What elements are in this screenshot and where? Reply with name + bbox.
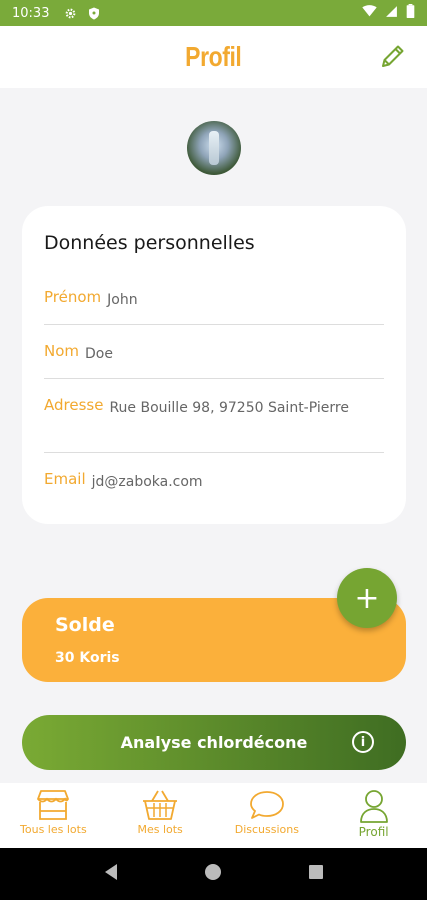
signal-icon: [385, 5, 398, 22]
analyse-chlordecone-button[interactable]: Analyse chlordécone i: [22, 715, 406, 770]
home-icon[interactable]: [204, 863, 222, 885]
analyse-button-label: Analyse chlordécone: [120, 733, 308, 752]
field-firstname: Prénom John: [44, 288, 384, 310]
battery-icon: [406, 4, 415, 22]
balance-title: Solde: [55, 614, 115, 636]
nav-item-profile[interactable]: Profil: [320, 783, 427, 848]
personal-data-card: Données personnelles Prénom John Nom Doe…: [22, 206, 406, 524]
system-nav-bar: [0, 848, 427, 900]
nav-item-all-lots[interactable]: Tous les lots: [0, 783, 107, 848]
divider: [44, 324, 384, 325]
shop-icon: [37, 790, 70, 820]
avatar[interactable]: [187, 121, 241, 175]
basket-icon: [143, 790, 178, 820]
balance-value: 30 Koris: [55, 650, 120, 666]
bottom-nav: Tous les lots Mes lots Discussions Profi…: [0, 783, 427, 848]
settings-icon: [63, 6, 77, 20]
field-address: Adresse Rue Bouille 98, 97250 Saint-Pier…: [44, 396, 384, 418]
field-value: jd@zaboka.com: [91, 474, 203, 490]
field-value: Doe: [85, 346, 113, 362]
nav-label: Tous les lots: [20, 823, 87, 836]
info-icon[interactable]: i: [352, 731, 374, 753]
divider: [44, 452, 384, 453]
status-bar: 10:33: [0, 0, 427, 26]
pencil-icon: [382, 45, 404, 67]
field-lastname: Nom Doe: [44, 342, 384, 364]
nav-label: Profil: [358, 825, 389, 839]
nav-label: Mes lots: [137, 823, 183, 836]
add-button[interactable]: +: [337, 568, 397, 628]
field-label: Prénom: [44, 288, 102, 306]
field-label: Nom: [44, 342, 80, 360]
field-email: Email jd@zaboka.com: [44, 470, 384, 492]
recents-icon[interactable]: [308, 864, 324, 884]
wifi-icon: [362, 5, 377, 21]
plus-icon: +: [354, 580, 380, 616]
chat-bubble-icon: [249, 791, 284, 819]
page-title: Profil: [185, 41, 242, 72]
person-icon: [359, 790, 388, 823]
divider: [44, 378, 384, 379]
app-header: Profil: [0, 26, 427, 88]
status-time: 10:33: [12, 5, 50, 21]
field-label: Email: [44, 470, 86, 488]
nav-item-discussions[interactable]: Discussions: [214, 783, 321, 848]
nav-item-my-lots[interactable]: Mes lots: [107, 783, 214, 848]
field-label: Adresse: [44, 396, 104, 414]
back-icon[interactable]: [103, 863, 119, 885]
nav-label: Discussions: [234, 823, 299, 836]
field-value: Rue Bouille 98, 97250 Saint-Pierre: [109, 400, 349, 416]
edit-button[interactable]: [377, 40, 409, 72]
avatar-waterfall-image: [209, 131, 219, 165]
field-value: John: [107, 292, 138, 308]
shield-icon: [87, 6, 101, 20]
card-title: Données personnelles: [44, 232, 255, 254]
